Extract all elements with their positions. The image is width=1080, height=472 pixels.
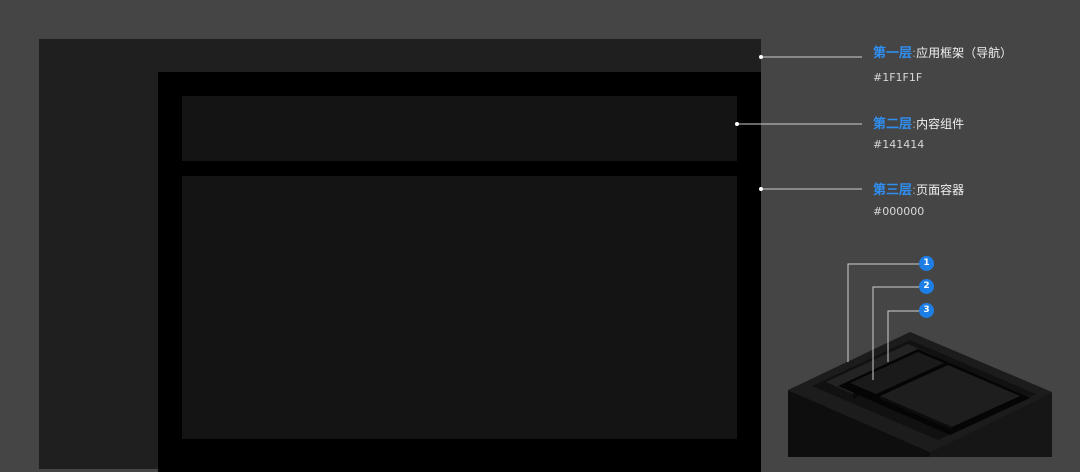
callout-badge-1: 1 <box>919 256 934 271</box>
callout-badge-2: 2 <box>919 279 934 294</box>
isometric-layer-stack <box>788 263 1052 457</box>
callout-badge-3: 3 <box>919 303 934 318</box>
